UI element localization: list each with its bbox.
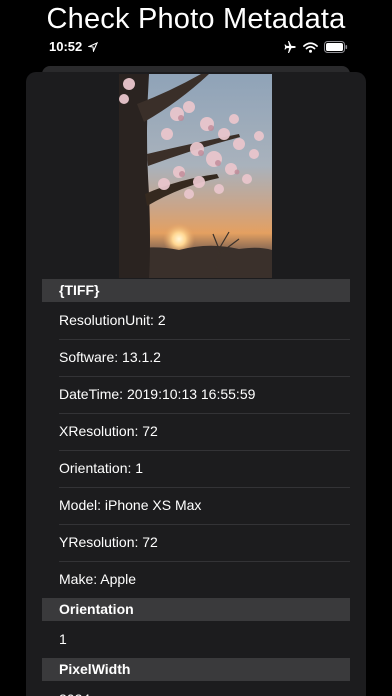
wifi-icon (303, 41, 318, 53)
section-header-tiff: {TIFF} (42, 279, 350, 302)
section-header-pixelwidth: PixelWidth (42, 658, 350, 681)
battery-icon (324, 41, 348, 53)
metadata-row[interactable]: Software: 13.1.2 (42, 339, 350, 376)
photo-preview[interactable] (119, 74, 272, 278)
metadata-row[interactable]: Orientation: 1 (42, 450, 350, 487)
metadata-row[interactable]: ResolutionUnit: 2 (42, 302, 350, 339)
app-headline: Check Photo Metadata (46, 3, 346, 35)
airplane-icon (284, 41, 296, 53)
metadata-row[interactable]: 1 (42, 621, 350, 658)
section-header-orientation: Orientation (42, 598, 350, 621)
metadata-row[interactable]: Make: Apple (42, 561, 350, 598)
status-icons (283, 40, 348, 54)
metadata-row[interactable]: 3024 (42, 681, 350, 696)
location-arrow-icon (88, 42, 98, 52)
photo-image (119, 74, 272, 278)
status-time: 10:52 (49, 39, 83, 54)
metadata-row[interactable]: YResolution: 72 (42, 524, 350, 561)
metadata-row[interactable]: Model: iPhone XS Max (42, 487, 350, 524)
screen: Check Photo Metadata 10:52 {TIFF} Resolu… (0, 0, 392, 696)
metadata-row[interactable]: XResolution: 72 (42, 413, 350, 450)
status-bar: 10:52 (0, 38, 392, 58)
metadata-row[interactable]: DateTime: 2019:10:13 16:55:59 (42, 376, 350, 413)
